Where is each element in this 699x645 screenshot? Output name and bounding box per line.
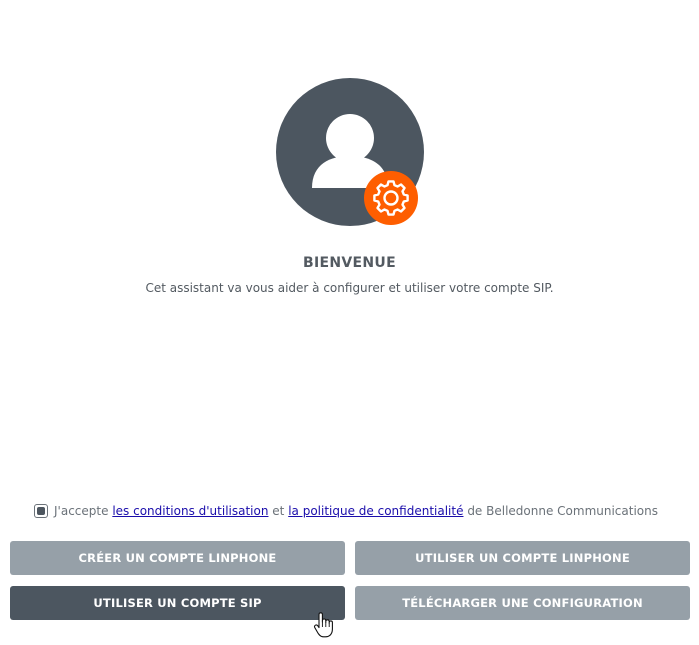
use-sip-account-button[interactable]: UTILISER UN COMPTE SIP — [10, 586, 345, 620]
terms-of-use-link[interactable]: les conditions d'utilisation — [112, 504, 268, 518]
download-configuration-button[interactable]: TÉLÉCHARGER UNE CONFIGURATION — [355, 586, 690, 620]
checkbox-check-mark — [37, 507, 45, 515]
privacy-policy-link[interactable]: la politique de confidentialité — [288, 504, 463, 518]
create-linphone-account-button[interactable]: CRÉER UN COMPTE LINPHONE — [10, 541, 345, 575]
hand-pointer-icon — [314, 612, 333, 638]
use-linphone-account-button[interactable]: UTILISER UN COMPTE LINPHONE — [355, 541, 690, 575]
gear-icon — [364, 171, 418, 225]
assistant-welcome-page: BIENVENUE Cet assistant va vous aider à … — [0, 0, 699, 645]
welcome-subtitle: Cet assistant va vous aider à configurer… — [145, 281, 554, 295]
welcome-title: BIENVENUE — [303, 255, 396, 271]
terms-suffix: de Belledonne Communications — [467, 504, 658, 518]
terms-acceptance: J'accepte les conditions d'utilisation e… — [34, 502, 658, 520]
terms-checkbox[interactable] — [34, 504, 48, 518]
terms-and-text: et — [272, 504, 285, 518]
terms-prefix: J'accepte — [54, 504, 109, 518]
